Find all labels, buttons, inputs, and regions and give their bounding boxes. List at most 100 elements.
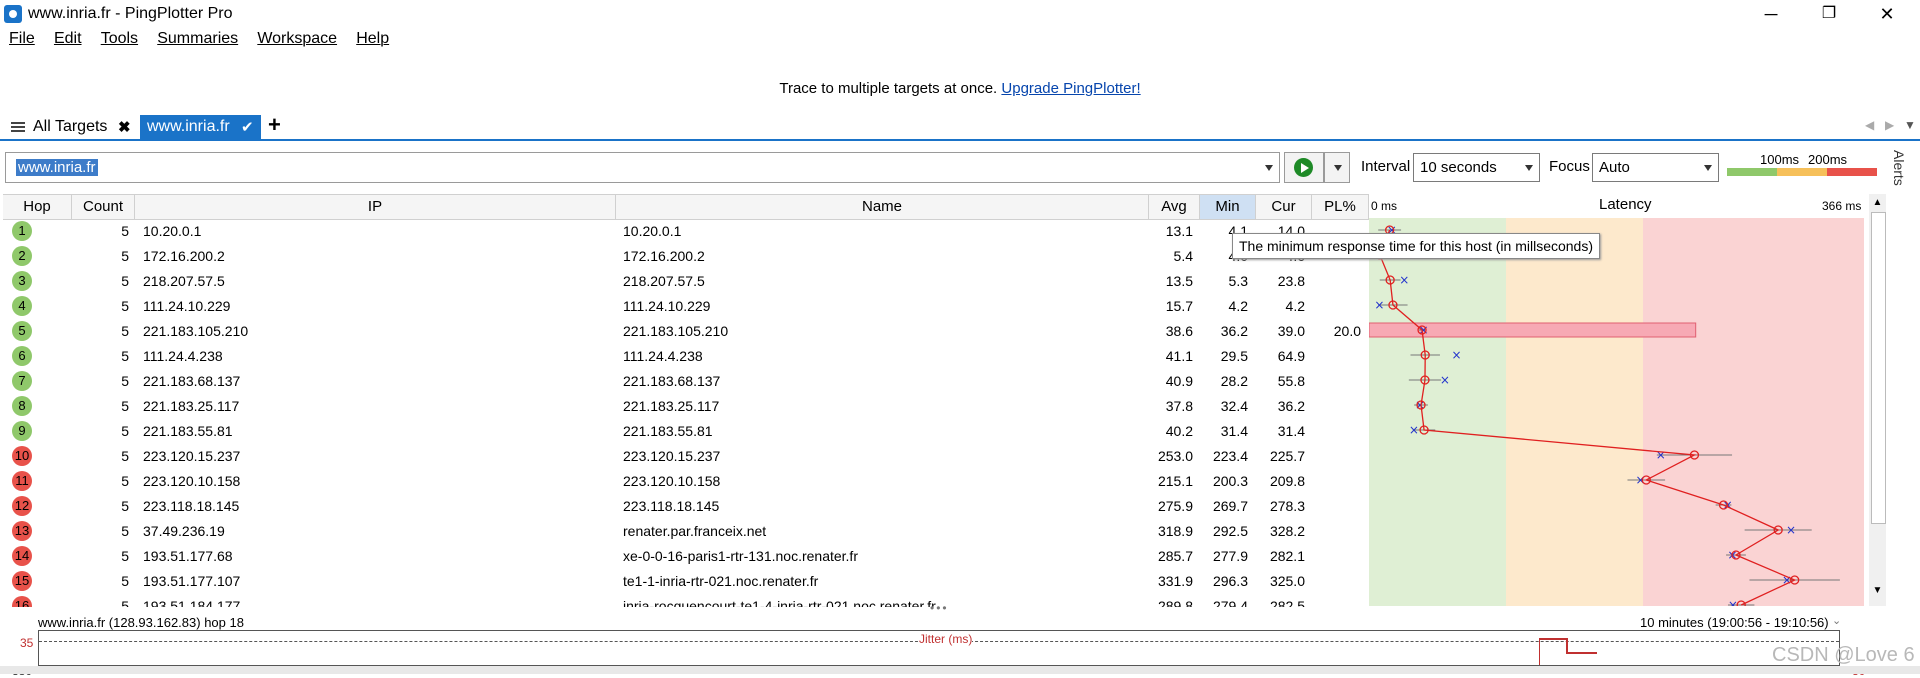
start-options-dropdown[interactable] xyxy=(1324,152,1350,183)
cell-count: 5 xyxy=(121,373,129,389)
current-marker: × xyxy=(1440,373,1450,387)
cell-name: 172.16.200.2 xyxy=(623,248,705,264)
cell-avg: 40.9 xyxy=(1165,373,1193,389)
focus-value: Auto xyxy=(1599,159,1630,176)
col-cur[interactable]: Cur xyxy=(1256,195,1312,219)
cell-count: 5 xyxy=(121,448,129,464)
hop-number-badge: 1 xyxy=(12,221,32,241)
cell-count: 5 xyxy=(121,423,129,439)
table-row[interactable]: 11 5 223.120.10.158 223.120.10.158 215.1 200.… xyxy=(3,469,1370,494)
col-count[interactable]: Count xyxy=(72,195,135,219)
close-button[interactable]: ✕ xyxy=(1864,0,1910,28)
chevron-down-icon xyxy=(1525,165,1533,171)
tab-scroll-left-icon[interactable]: ◀ xyxy=(1865,118,1874,132)
cell-avg: 289.8 xyxy=(1157,598,1193,607)
col-name[interactable]: Name xyxy=(616,195,1149,219)
timeline-range[interactable]: 10 minutes (19:00:56 - 19:10:56) xyxy=(1640,615,1829,630)
interval-select[interactable]: 10 seconds xyxy=(1413,153,1540,182)
cell-count: 5 xyxy=(121,398,129,414)
table-scrollbar[interactable]: ▲ ▼ xyxy=(1869,194,1886,606)
jitter-series xyxy=(1539,638,1597,665)
start-trace-button[interactable] xyxy=(1284,152,1324,183)
alerts-panel-tab[interactable]: Alerts xyxy=(1891,150,1907,186)
graph-left-label: 0 ms xyxy=(1371,199,1398,213)
close-tab-icon[interactable]: ✖ xyxy=(118,118,131,136)
menu-tools[interactable]: Tools xyxy=(101,30,138,48)
menu-summaries[interactable]: Summaries xyxy=(157,30,238,48)
col-ip[interactable]: IP xyxy=(135,195,616,219)
cell-ip: 193.51.177.68 xyxy=(143,548,233,564)
minimize-button[interactable]: ─ xyxy=(1748,0,1794,28)
cell-avg: 37.8 xyxy=(1165,398,1193,414)
upgrade-banner: Trace to multiple targets at once. Upgra… xyxy=(0,80,1920,97)
table-row[interactable]: 7 5 221.183.68.137 221.183.68.137 40.9 28.2 55… xyxy=(3,369,1370,394)
cell-count: 5 xyxy=(121,223,129,239)
chevron-down-icon[interactable] xyxy=(1265,165,1273,171)
maximize-button[interactable]: ❐ xyxy=(1806,0,1852,28)
cell-cur: 325.0 xyxy=(1269,573,1305,589)
watermark: CSDN @Love 6 xyxy=(1772,644,1915,666)
current-marker: × xyxy=(1728,598,1738,606)
cell-avg: 275.9 xyxy=(1157,498,1193,514)
cell-cur: 36.2 xyxy=(1277,398,1305,414)
timeline-axis-top: 35 xyxy=(20,636,34,650)
col-avg[interactable]: Avg xyxy=(1149,195,1200,219)
cell-min: 223.4 xyxy=(1212,448,1248,464)
scroll-up-icon[interactable]: ▲ xyxy=(1869,194,1886,211)
timeline-dropdown-icon[interactable]: ⌄ xyxy=(1832,614,1841,627)
col-min[interactable]: Min xyxy=(1200,195,1256,219)
cell-name: 221.183.55.81 xyxy=(623,423,713,439)
menu-edit[interactable]: Edit xyxy=(54,30,82,48)
current-marker: × xyxy=(1656,448,1666,462)
table-row[interactable]: 15 5 193.51.177.107 te1-1-inria-rtr-021.noc… xyxy=(3,569,1370,594)
jitter-timeline: Jitter (ms) xyxy=(38,630,1840,666)
list-icon xyxy=(11,126,25,128)
latency-graph-header: 0 ms Latency 366 ms xyxy=(1369,194,1864,219)
latency-graph: ×××××××××××××××× xyxy=(1369,218,1864,606)
hop-number-badge: 6 xyxy=(12,346,32,366)
table-row[interactable]: 1 5 10.20.0.1 10.20.0.1 13.1 4.1 14.0 xyxy=(3,219,1370,244)
tab-scroll-right-icon[interactable]: ▶ xyxy=(1885,118,1894,132)
table-row[interactable]: 5 5 221.183.105.210 221.183.105.210 38.6 36.2… xyxy=(3,319,1370,344)
table-row[interactable]: 13 5 37.49.236.19 renater.par.franceix.net 3… xyxy=(3,519,1370,544)
scale-200-label: 200ms xyxy=(1808,152,1848,167)
col-hop[interactable]: Hop xyxy=(3,195,72,219)
table-row[interactable]: 6 5 111.24.4.238 111.24.4.238 41.1 29.5 64.9 xyxy=(3,344,1370,369)
tab-dropdown-icon[interactable]: ▼ xyxy=(1904,118,1916,132)
cell-ip: 172.16.200.2 xyxy=(143,248,225,264)
table-row[interactable]: 14 5 193.51.177.68 xe-0-0-16-paris1-rtr-131… xyxy=(3,544,1370,569)
splitter-handle-icon[interactable]: ••• xyxy=(930,601,949,615)
play-icon xyxy=(1294,158,1313,177)
cell-cur: 64.9 xyxy=(1277,348,1305,364)
add-tab-button[interactable]: + xyxy=(268,112,281,138)
menu-workspace[interactable]: Workspace xyxy=(257,30,337,48)
upgrade-link[interactable]: Upgrade PingPlotter! xyxy=(1001,80,1140,97)
table-row[interactable]: 10 5 223.120.15.237 223.120.15.237 253.0 223.… xyxy=(3,444,1370,469)
table-row[interactable]: 12 5 223.118.18.145 223.118.18.145 275.9 269.… xyxy=(3,494,1370,519)
target-input[interactable]: www.inria.fr xyxy=(5,152,1280,183)
scroll-thumb[interactable] xyxy=(1871,212,1886,524)
table-row[interactable]: 4 5 111.24.10.229 111.24.10.229 15.7 4.2 4.2 xyxy=(3,294,1370,319)
cell-name: 223.120.15.237 xyxy=(623,448,721,464)
table-row[interactable]: 8 5 221.183.25.117 221.183.25.117 37.8 32.4 36… xyxy=(3,394,1370,419)
hop-number-badge: 2 xyxy=(12,246,32,266)
table-row[interactable]: 16 5 193.51.184.177 inria-rocquencourt-te1-… xyxy=(3,594,1370,607)
cell-min: 29.5 xyxy=(1220,348,1248,364)
tab-inria[interactable]: www.inria.fr ✔ xyxy=(140,115,261,140)
table-row[interactable]: 3 5 218.207.57.5 218.207.57.5 13.5 5.3 23.8 xyxy=(3,269,1370,294)
menu-file[interactable]: File xyxy=(9,30,35,48)
cell-ip: 218.207.57.5 xyxy=(143,273,225,289)
cell-min: 36.2 xyxy=(1220,323,1248,339)
cell-cur: 4.2 xyxy=(1285,298,1305,314)
scroll-down-icon[interactable]: ▼ xyxy=(1869,582,1886,599)
table-row[interactable]: 9 5 221.183.55.81 221.183.55.81 40.2 31.4 31.4 xyxy=(3,419,1370,444)
focus-select[interactable]: Auto xyxy=(1592,153,1719,182)
table-row[interactable]: 25172.16.200.2172.16.200.25.44.04.6 xyxy=(3,244,1370,269)
graph-title: Latency xyxy=(1599,196,1652,213)
cell-name: 221.183.25.117 xyxy=(623,398,720,414)
app-icon xyxy=(4,5,22,23)
graph-right-label: 366 ms xyxy=(1822,199,1862,213)
current-marker: × xyxy=(1786,523,1796,537)
col-pl[interactable]: PL% xyxy=(1312,195,1369,219)
menu-help[interactable]: Help xyxy=(356,30,389,48)
